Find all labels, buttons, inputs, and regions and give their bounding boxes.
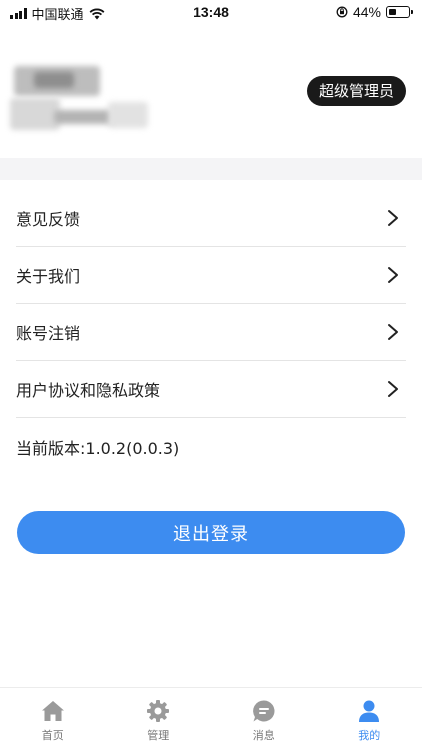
status-right: 44% — [336, 4, 413, 20]
menu-item-delete-account[interactable]: 账号注销 — [16, 304, 406, 361]
section-divider — [0, 158, 422, 180]
blurred-user-info — [10, 66, 150, 138]
tab-manage[interactable]: 管理 — [106, 688, 212, 750]
role-badge: 超级管理员 — [306, 76, 406, 106]
menu-item-label: 意见反馈 — [16, 210, 81, 229]
gear-icon — [147, 700, 170, 722]
message-icon — [252, 700, 275, 722]
tab-label: 我的 — [358, 729, 381, 742]
tab-label: 消息 — [252, 729, 275, 742]
chevron-right-icon — [388, 210, 398, 226]
tab-messages[interactable]: 消息 — [211, 688, 317, 750]
menu-item-label: 用户协议和隐私政策 — [16, 381, 161, 400]
menu-item-feedback[interactable]: 意见反馈 — [16, 190, 406, 247]
home-icon — [41, 701, 64, 721]
battery-percent: 44% — [352, 4, 381, 20]
orientation-lock-icon — [336, 6, 348, 18]
menu-item-about[interactable]: 关于我们 — [16, 247, 406, 304]
user-icon — [359, 700, 380, 722]
tab-home[interactable]: 首页 — [0, 688, 106, 750]
logout-button[interactable]: 退出登录 — [17, 511, 405, 554]
tab-label: 管理 — [147, 729, 170, 742]
status-bar: 中国联通 13:48 44% — [0, 0, 422, 26]
chevron-right-icon — [388, 324, 398, 340]
battery-fill — [388, 8, 397, 15]
menu-item-label: 关于我们 — [16, 267, 81, 286]
menu-item-privacy-policy[interactable]: 用户协议和隐私政策 — [16, 361, 406, 418]
chevron-right-icon — [388, 381, 398, 397]
tab-label: 首页 — [41, 729, 64, 742]
version-label: 当前版本:1.0.2(0.0.3) — [16, 438, 180, 458]
profile-header: 超级管理员 — [0, 26, 422, 158]
settings-menu: 意见反馈 关于我们 账号注销 用户协议和隐私政策 当前版本:1.0.2(0.0.… — [16, 190, 406, 475]
tab-mine[interactable]: 我的 — [317, 688, 422, 750]
menu-item-label: 账号注销 — [16, 324, 81, 343]
battery-icon — [386, 6, 413, 18]
chevron-right-icon — [388, 267, 398, 283]
tab-bar: 首页 管理 消息 我的 — [0, 687, 422, 750]
